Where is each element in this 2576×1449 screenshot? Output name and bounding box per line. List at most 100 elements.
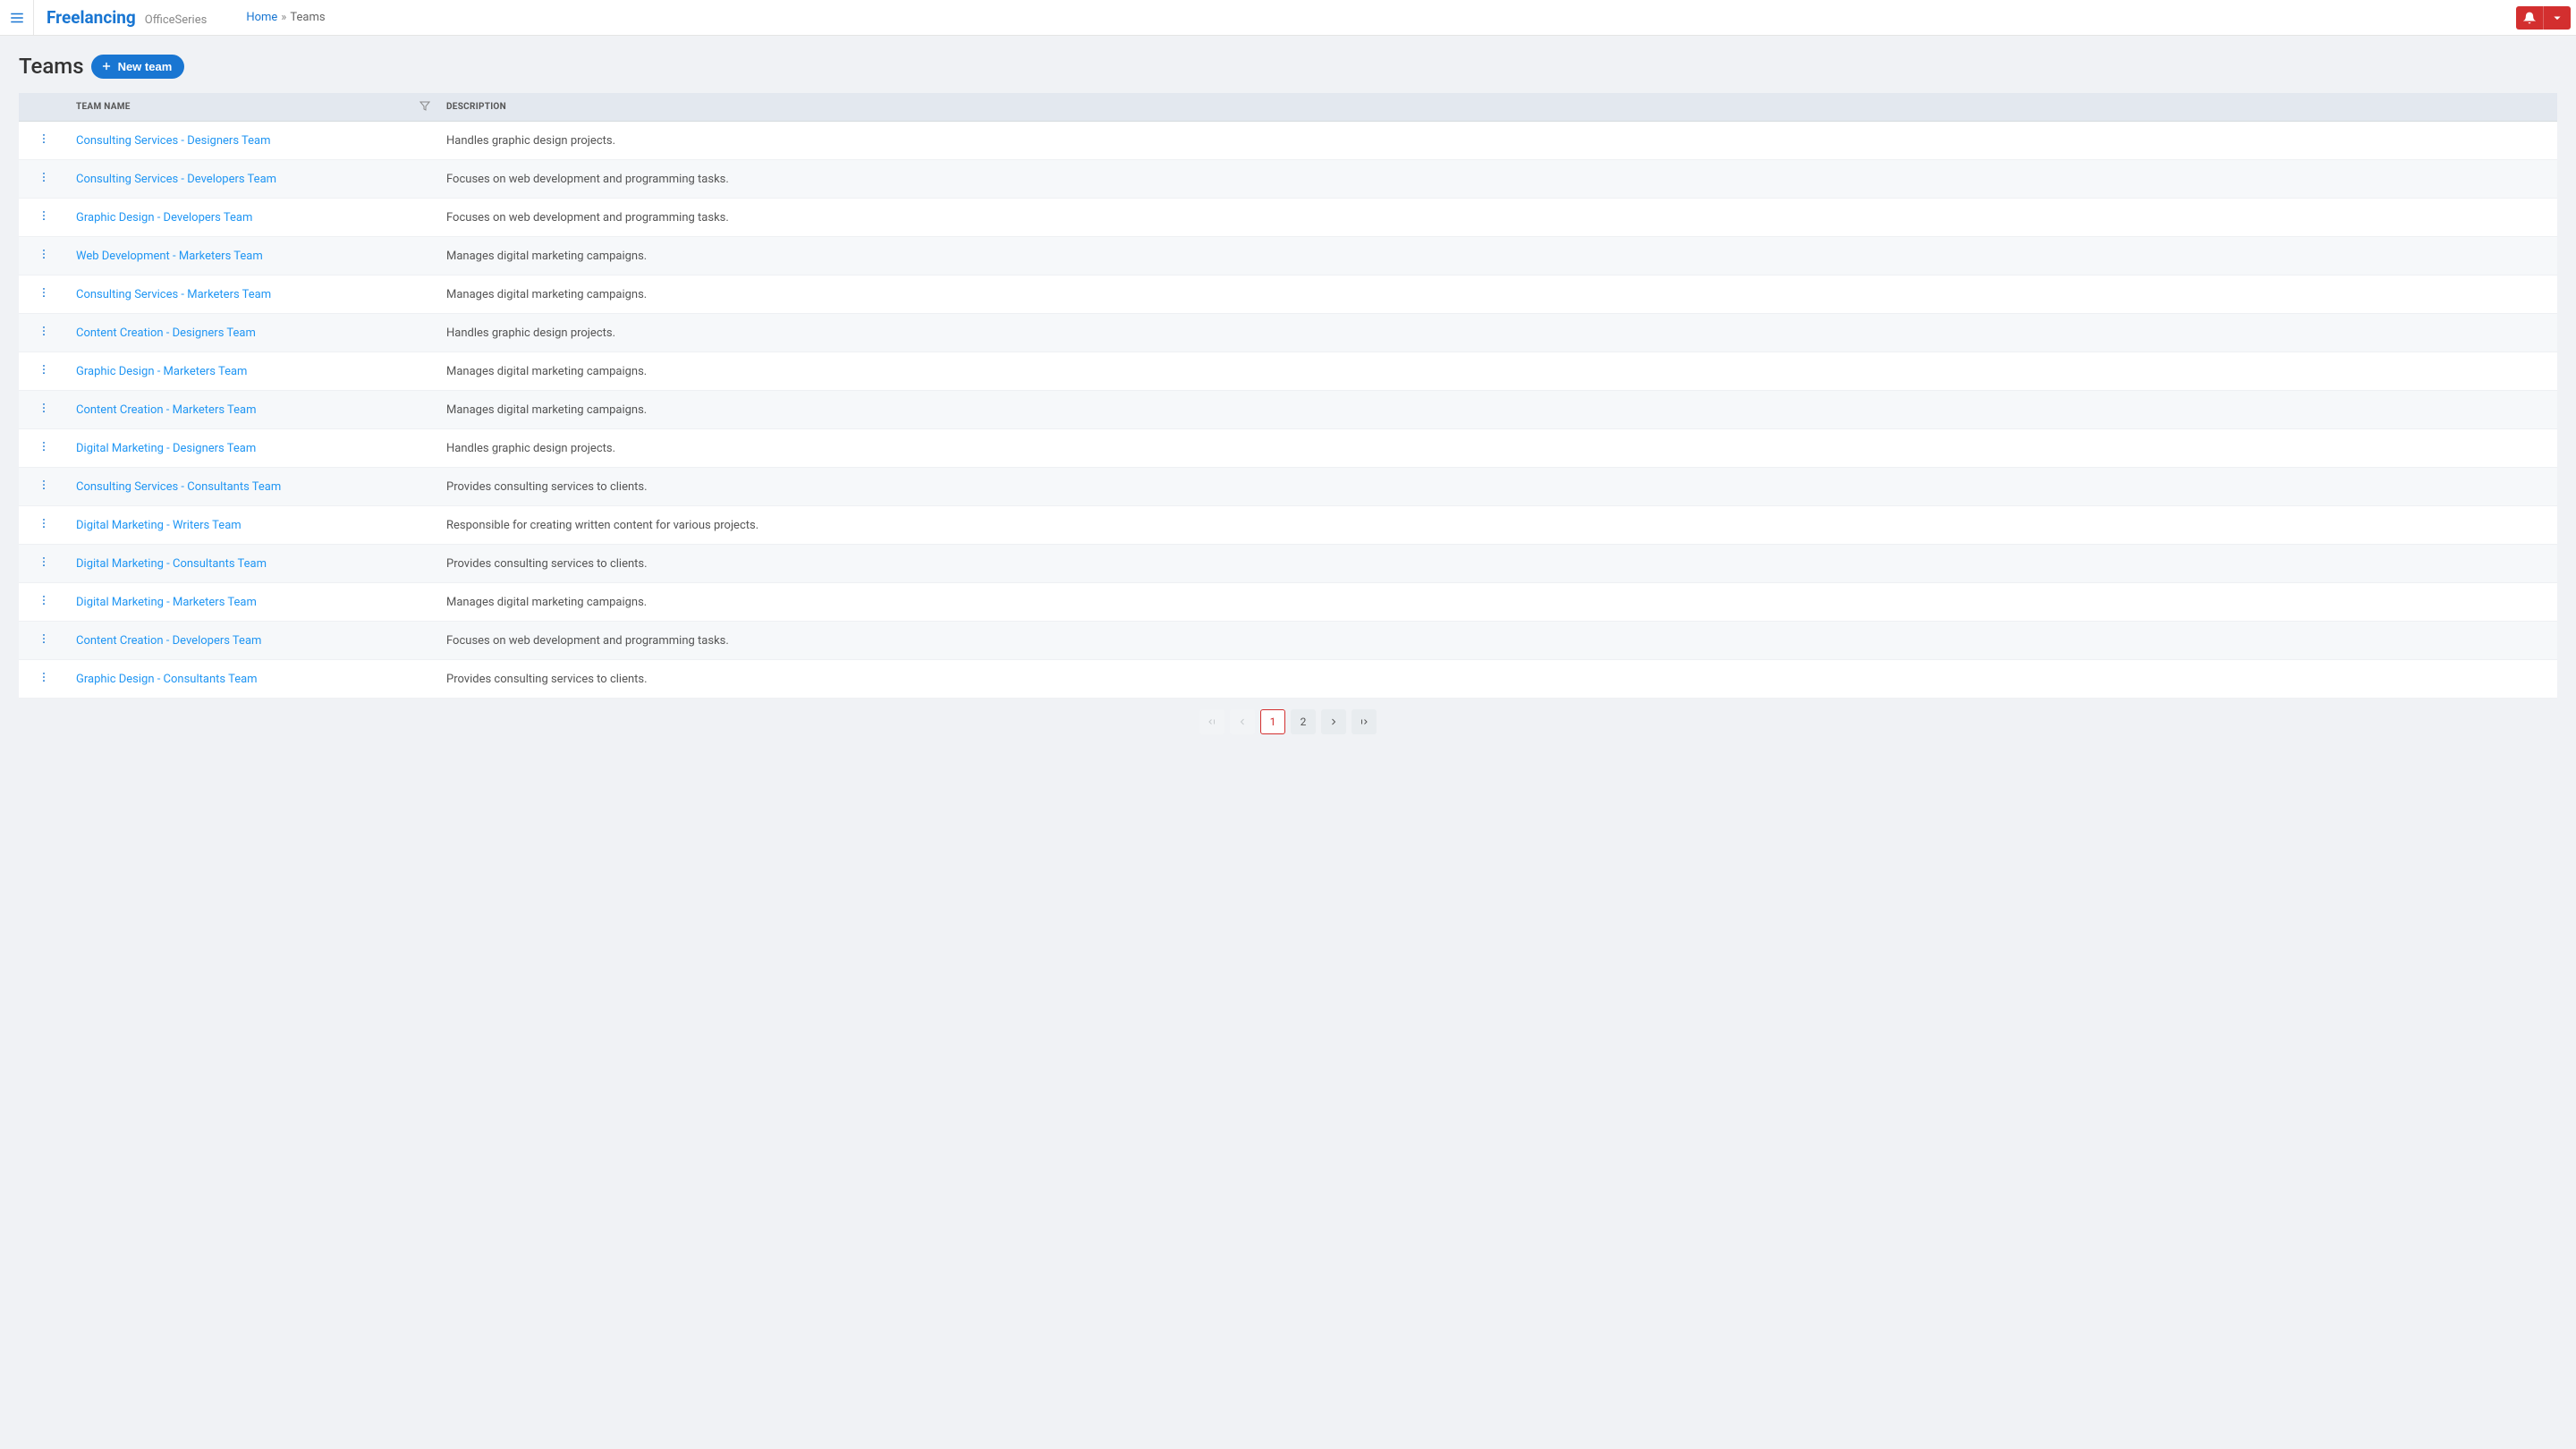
team-link[interactable]: Content Creation - Marketers Team — [76, 403, 257, 417]
column-header-description[interactable]: Description — [439, 93, 2557, 122]
table-row: Digital Marketing - Writers Team Respons… — [19, 506, 2557, 545]
more-vertical-icon — [38, 209, 50, 222]
header-right — [2516, 0, 2576, 35]
team-description-cell: Focuses on web development and programmi… — [439, 199, 2557, 237]
table-row: Graphic Design - Developers Team Focuses… — [19, 199, 2557, 237]
row-actions-button[interactable] — [19, 314, 69, 352]
team-link[interactable]: Graphic Design - Consultants Team — [76, 673, 258, 686]
page-prev-button — [1230, 709, 1255, 734]
page-number-2[interactable]: 2 — [1291, 709, 1316, 734]
breadcrumb: Home » Teams — [219, 11, 325, 24]
row-actions-button[interactable] — [19, 468, 69, 506]
team-link[interactable]: Consulting Services - Designers Team — [76, 134, 271, 148]
row-actions-button[interactable] — [19, 122, 69, 160]
team-description-cell: Provides consulting services to clients. — [439, 468, 2557, 506]
more-vertical-icon — [38, 402, 50, 414]
team-link[interactable]: Consulting Services - Developers Team — [76, 173, 276, 186]
team-link[interactable]: Consulting Services - Consultants Team — [76, 480, 281, 494]
row-actions-button[interactable] — [19, 429, 69, 468]
brand: Freelancing OfficeSeries — [34, 7, 219, 28]
team-description-cell: Handles graphic design projects. — [439, 122, 2557, 160]
team-link[interactable]: Digital Marketing - Writers Team — [76, 519, 242, 532]
page-next-button[interactable] — [1321, 709, 1346, 734]
team-description-cell: Provides consulting services to clients. — [439, 545, 2557, 583]
more-vertical-icon — [38, 632, 50, 645]
row-actions-button[interactable] — [19, 199, 69, 237]
more-vertical-icon — [38, 132, 50, 145]
team-name-cell: Digital Marketing - Consultants Team — [69, 545, 439, 583]
team-description-cell: Focuses on web development and programmi… — [439, 160, 2557, 199]
team-name-cell: Graphic Design - Developers Team — [69, 199, 439, 237]
team-description-cell: Handles graphic design projects. — [439, 314, 2557, 352]
menu-button[interactable] — [0, 0, 34, 36]
row-actions-button[interactable] — [19, 352, 69, 391]
caret-down-icon — [2551, 12, 2563, 24]
team-description-cell: Manages digital marketing campaigns. — [439, 583, 2557, 622]
notifications-button[interactable] — [2516, 6, 2543, 30]
more-vertical-icon — [38, 325, 50, 337]
new-team-label: New team — [118, 60, 173, 73]
team-description-cell: Handles graphic design projects. — [439, 429, 2557, 468]
row-actions-button[interactable] — [19, 622, 69, 660]
table-row: Graphic Design - Consultants Team Provid… — [19, 660, 2557, 699]
row-actions-button[interactable] — [19, 160, 69, 199]
brand-name[interactable]: Freelancing — [47, 7, 136, 28]
team-description-cell: Provides consulting services to clients. — [439, 660, 2557, 699]
user-menu-button[interactable] — [2543, 6, 2571, 30]
team-name-cell: Digital Marketing - Marketers Team — [69, 583, 439, 622]
team-link[interactable]: Digital Marketing - Marketers Team — [76, 596, 257, 609]
more-vertical-icon — [38, 440, 50, 453]
table-row: Digital Marketing - Designers Team Handl… — [19, 429, 2557, 468]
page-last-button[interactable] — [1352, 709, 1377, 734]
chevron-left-icon — [1237, 716, 1248, 727]
row-actions-button[interactable] — [19, 391, 69, 429]
team-description-cell: Manages digital marketing campaigns. — [439, 275, 2557, 314]
team-name-cell: Web Development - Marketers Team — [69, 237, 439, 275]
row-actions-button[interactable] — [19, 506, 69, 545]
team-link[interactable]: Graphic Design - Marketers Team — [76, 365, 247, 378]
more-vertical-icon — [38, 171, 50, 183]
team-name-cell: Digital Marketing - Designers Team — [69, 429, 439, 468]
pagination: 12 — [19, 699, 2557, 752]
team-description-cell: Manages digital marketing campaigns. — [439, 391, 2557, 429]
more-vertical-icon — [38, 479, 50, 491]
table-row: Graphic Design - Marketers Team Manages … — [19, 352, 2557, 391]
page-first-button — [1199, 709, 1224, 734]
row-actions-button[interactable] — [19, 660, 69, 699]
table-row: Consulting Services - Designers Team Han… — [19, 122, 2557, 160]
filter-icon[interactable] — [419, 100, 430, 114]
breadcrumb-current: Teams — [290, 11, 325, 24]
column-header-name[interactable]: Team Name — [69, 93, 439, 122]
page-number-1[interactable]: 1 — [1260, 709, 1285, 734]
team-link[interactable]: Consulting Services - Marketers Team — [76, 288, 271, 301]
table-row: Consulting Services - Consultants Team P… — [19, 468, 2557, 506]
team-name-cell: Digital Marketing - Writers Team — [69, 506, 439, 545]
bell-icon — [2523, 12, 2536, 24]
table-row: Content Creation - Marketers Team Manage… — [19, 391, 2557, 429]
row-actions-button[interactable] — [19, 583, 69, 622]
team-link[interactable]: Digital Marketing - Consultants Team — [76, 557, 267, 571]
teams-table: Team Name Description Consulting Service… — [19, 93, 2557, 699]
team-name-cell: Graphic Design - Marketers Team — [69, 352, 439, 391]
chevron-right-icon — [1328, 716, 1339, 727]
team-link[interactable]: Content Creation - Developers Team — [76, 634, 261, 648]
team-link[interactable]: Content Creation - Designers Team — [76, 326, 256, 340]
more-vertical-icon — [38, 594, 50, 606]
team-name-cell: Content Creation - Developers Team — [69, 622, 439, 660]
table-row: Consulting Services - Developers Team Fo… — [19, 160, 2557, 199]
page-head: Teams New team — [19, 54, 2557, 79]
new-team-button[interactable]: New team — [91, 55, 185, 79]
table-row: Web Development - Marketers Team Manages… — [19, 237, 2557, 275]
row-actions-button[interactable] — [19, 275, 69, 314]
row-actions-button[interactable] — [19, 545, 69, 583]
breadcrumb-home[interactable]: Home — [246, 11, 277, 24]
team-name-cell: Consulting Services - Consultants Team — [69, 468, 439, 506]
table-row: Digital Marketing - Marketers Team Manag… — [19, 583, 2557, 622]
team-name-cell: Consulting Services - Developers Team — [69, 160, 439, 199]
team-link[interactable]: Digital Marketing - Designers Team — [76, 442, 256, 455]
row-actions-button[interactable] — [19, 237, 69, 275]
hamburger-icon — [9, 10, 25, 26]
breadcrumb-separator: » — [281, 11, 286, 24]
team-link[interactable]: Web Development - Marketers Team — [76, 250, 263, 263]
team-link[interactable]: Graphic Design - Developers Team — [76, 211, 252, 225]
